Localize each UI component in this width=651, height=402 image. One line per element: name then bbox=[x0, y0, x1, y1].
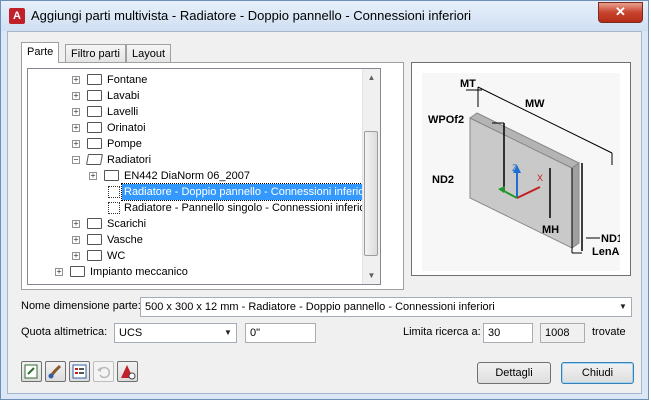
expand-icon[interactable]: + bbox=[89, 172, 97, 180]
axis-label-z: Z bbox=[512, 163, 518, 173]
folder-icon bbox=[87, 138, 102, 149]
part-size-dropdown[interactable]: 500 x 300 x 12 mm - Radiatore - Doppio p… bbox=[140, 297, 632, 317]
radiator-drawing: MT MW WPOf2 ND2 MH ND1 LenA3 Z X bbox=[428, 78, 626, 258]
style-brush-icon[interactable] bbox=[45, 361, 66, 382]
expand-icon[interactable]: + bbox=[72, 140, 80, 148]
folder-icon bbox=[104, 170, 119, 181]
folder-icon bbox=[87, 234, 102, 245]
scroll-thumb[interactable] bbox=[364, 131, 378, 256]
folder-icon bbox=[87, 122, 102, 133]
dim-label-mt: MT bbox=[460, 78, 476, 90]
tree-item-label: Scarichi bbox=[107, 218, 147, 230]
dim-label-lena3: LenA3 bbox=[592, 246, 620, 258]
tree-item-label: EN442 DiaNorm 06_2007 bbox=[124, 170, 250, 182]
found-label: trovate bbox=[592, 326, 626, 338]
chevron-down-icon: ▼ bbox=[619, 302, 627, 311]
tab-layout[interactable]: Layout bbox=[126, 44, 172, 63]
tree-item-label: Radiatore - Doppio pannello - Connession… bbox=[120, 183, 374, 201]
search-limit-label: Limita ricerca a: bbox=[403, 326, 481, 338]
tree-item-label: Orinatoi bbox=[107, 122, 146, 134]
autocad-help-icon[interactable] bbox=[117, 361, 138, 382]
expand-icon[interactable]: + bbox=[72, 220, 80, 228]
tab-filtro-parti[interactable]: Filtro parti bbox=[65, 44, 126, 63]
folder-icon bbox=[87, 90, 102, 101]
tree-item-label: Radiatori bbox=[107, 154, 152, 166]
catalog-editor-icon[interactable] bbox=[21, 361, 42, 382]
expand-icon[interactable]: + bbox=[55, 268, 63, 276]
dialog-window: A Aggiungi parti multivista - Radiatore … bbox=[0, 0, 649, 400]
dialog-client: Parte Filtro parti Layout + Fontane + La… bbox=[7, 31, 642, 394]
expand-icon[interactable]: + bbox=[72, 252, 80, 260]
parte-tab-panel: + Fontane + Lavabi + Lavelli + Orinatoi … bbox=[21, 62, 404, 290]
window-title: Aggiungi parti multivista - Radiatore - … bbox=[31, 8, 472, 23]
dim-label-nd1: ND1 bbox=[601, 233, 620, 245]
axis-label-x: X bbox=[537, 173, 543, 183]
expand-icon[interactable]: + bbox=[72, 124, 80, 132]
dim-label-mw: MW bbox=[525, 98, 545, 110]
elevation-value: UCS bbox=[119, 327, 143, 339]
title-bar[interactable]: A Aggiungi parti multivista - Radiatore … bbox=[1, 1, 648, 31]
collapse-icon[interactable]: − bbox=[72, 156, 80, 164]
part-icon bbox=[108, 186, 120, 198]
autocad-app-icon: A bbox=[9, 8, 25, 24]
folder-icon bbox=[87, 250, 102, 261]
dim-label-nd2: ND2 bbox=[432, 174, 454, 186]
folder-icon bbox=[87, 218, 102, 229]
open-folder-icon bbox=[86, 154, 103, 165]
folder-icon bbox=[87, 74, 102, 85]
elevation-label: Quota altimetrica: bbox=[21, 326, 108, 338]
details-button[interactable]: Dettagli bbox=[477, 362, 551, 384]
scroll-down-arrow-icon[interactable]: ▼ bbox=[363, 267, 380, 284]
tree-item-label: Lavabi bbox=[107, 90, 140, 102]
folder-icon bbox=[87, 106, 102, 117]
tab-parte[interactable]: Parte bbox=[21, 42, 60, 63]
tree-item-label: Lavelli bbox=[107, 106, 139, 118]
close-button[interactable]: Chiudi bbox=[561, 362, 634, 384]
undo-icon[interactable] bbox=[93, 361, 114, 382]
expand-icon[interactable]: + bbox=[72, 76, 80, 84]
chevron-down-icon: ▼ bbox=[224, 328, 232, 337]
expand-icon[interactable]: + bbox=[72, 108, 80, 116]
close-window-button[interactable]: ✕ bbox=[598, 2, 643, 23]
tree-item-label: WC bbox=[107, 250, 126, 262]
parts-tree[interactable]: + Fontane + Lavabi + Lavelli + Orinatoi … bbox=[27, 68, 381, 285]
part-preview: MT MW WPOf2 ND2 MH ND1 LenA3 Z X bbox=[411, 62, 631, 276]
expand-icon[interactable]: + bbox=[72, 236, 80, 244]
scroll-up-arrow-icon[interactable]: ▲ bbox=[363, 69, 380, 86]
search-limit-input[interactable]: 30 bbox=[483, 323, 533, 343]
part-size-value: 500 x 300 x 12 mm - Radiatore - Doppio p… bbox=[145, 301, 495, 313]
radiator-side-face bbox=[571, 162, 580, 249]
dim-label-mh: MH bbox=[542, 224, 559, 236]
found-count-field: 1008 bbox=[540, 323, 585, 343]
elevation-offset-input[interactable]: 0" bbox=[245, 323, 316, 343]
tree-item-label: Vasche bbox=[107, 234, 143, 246]
preview-canvas: MT MW WPOf2 ND2 MH ND1 LenA3 Z X bbox=[422, 73, 626, 271]
expand-icon[interactable]: + bbox=[72, 92, 80, 100]
tree-item-label: Pompe bbox=[107, 138, 142, 150]
dim-label-wpof2: WPOf2 bbox=[428, 114, 464, 126]
part-size-label: Nome dimensione parte: bbox=[21, 300, 141, 312]
part-icon bbox=[108, 202, 120, 214]
properties-list-icon[interactable] bbox=[69, 361, 90, 382]
tree-item-label: Radiatore - Pannello singolo - Connessio… bbox=[124, 202, 372, 214]
elevation-dropdown[interactable]: UCS ▼ bbox=[114, 323, 237, 343]
folder-icon bbox=[70, 266, 85, 277]
tree-item-label: Impianto meccanico bbox=[90, 266, 188, 278]
tree-item-label: Fontane bbox=[107, 74, 148, 86]
tree-vertical-scrollbar[interactable]: ▲ ▼ bbox=[362, 69, 380, 284]
